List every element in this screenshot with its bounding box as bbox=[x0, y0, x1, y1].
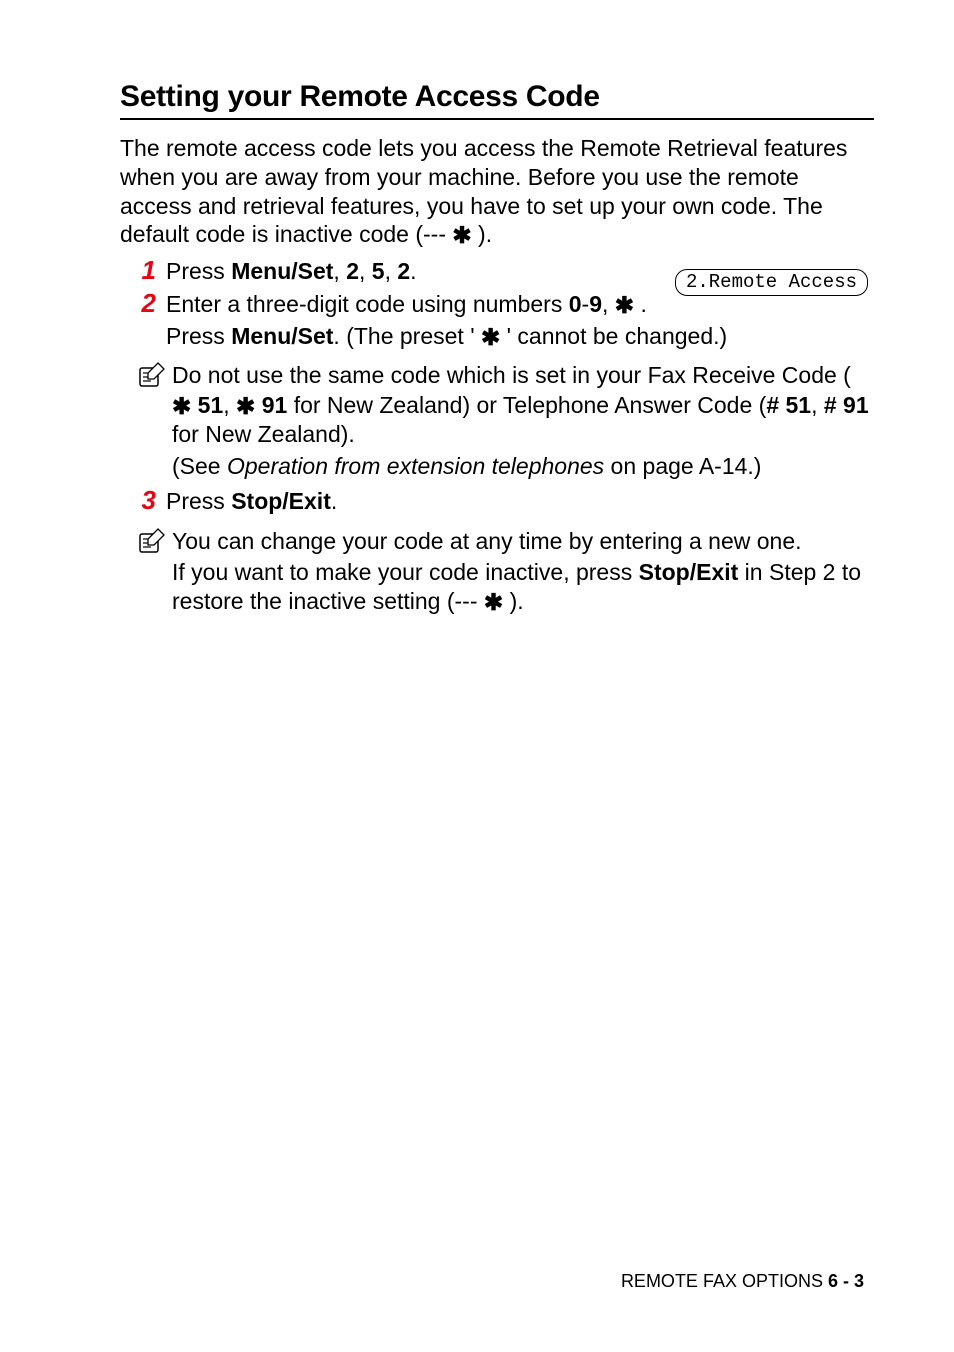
star-icon: ✱ bbox=[236, 392, 255, 421]
note-block-2: You can change your code at any time by … bbox=[120, 527, 874, 619]
note-body: You can change your code at any time by … bbox=[172, 527, 874, 619]
footer-section: REMOTE FAX OPTIONS bbox=[621, 1271, 828, 1291]
step2-line2b: . (The preset ' bbox=[333, 323, 481, 349]
code-51: 51 bbox=[198, 392, 224, 418]
step-number: 2 bbox=[120, 290, 166, 317]
step-number: 1 bbox=[120, 257, 166, 284]
intro-paragraph: The remote access code lets you access t… bbox=[120, 134, 874, 249]
note-pencil-icon bbox=[138, 361, 166, 389]
step-list-2: 3 Press Stop/Exit. bbox=[120, 487, 874, 518]
step2-comma: , bbox=[602, 291, 615, 317]
step2-line2c: ' cannot be changed.) bbox=[500, 323, 727, 349]
step-3: 3 Press Stop/Exit. bbox=[120, 487, 874, 518]
step1-seq1: , bbox=[333, 258, 346, 284]
step2-period: . bbox=[634, 291, 647, 317]
note1-line1c: for New Zealand). bbox=[172, 421, 355, 447]
step-number: 3 bbox=[120, 487, 166, 514]
code-hash91: # 91 bbox=[824, 392, 869, 418]
cross-ref: Operation from extension telephones bbox=[227, 453, 604, 479]
note1-sep2: , bbox=[811, 392, 824, 418]
stop-exit-key: Stop/Exit bbox=[639, 559, 739, 585]
key-5: 5 bbox=[372, 258, 385, 284]
step3-pre: Press bbox=[166, 488, 231, 514]
step-2: 2 Enter a three-digit code using numbers… bbox=[120, 290, 874, 353]
step1-seq2: , bbox=[359, 258, 372, 284]
star-icon: ✱ bbox=[452, 221, 471, 250]
digit-0: 0 bbox=[569, 291, 582, 317]
note-pencil-icon bbox=[138, 527, 166, 555]
menu-set-key: Menu/Set bbox=[231, 258, 333, 284]
note1-line1b: for New Zealand) or Telephone Answer Cod… bbox=[287, 392, 766, 418]
note1-sep1: , bbox=[223, 392, 236, 418]
star-icon: ✱ bbox=[172, 392, 191, 421]
star-icon: ✱ bbox=[615, 291, 634, 320]
note2-line1: You can change your code at any time by … bbox=[172, 527, 874, 556]
note2-line2c: ). bbox=[503, 588, 523, 614]
star-icon: ✱ bbox=[481, 323, 500, 352]
note-block-1: Do not use the same code which is set in… bbox=[120, 361, 874, 483]
digit-9: 9 bbox=[589, 291, 602, 317]
key-2: 2 bbox=[346, 258, 359, 284]
code-hash51: # 51 bbox=[766, 392, 811, 418]
step3-end: . bbox=[331, 488, 337, 514]
menu-set-key: Menu/Set bbox=[231, 323, 333, 349]
section-title: Setting your Remote Access Code bbox=[120, 80, 874, 120]
footer-page: 6 - 3 bbox=[828, 1271, 864, 1291]
stop-exit-key: Stop/Exit bbox=[231, 488, 331, 514]
note-body: Do not use the same code which is set in… bbox=[172, 361, 874, 483]
note1-line1a: Do not use the same code which is set in… bbox=[172, 362, 851, 388]
step2-line1a: Enter a three-digit code using numbers bbox=[166, 291, 569, 317]
step1-pre: Press bbox=[166, 258, 231, 284]
note1-line2a: (See bbox=[172, 453, 227, 479]
page: Setting your Remote Access Code The remo… bbox=[0, 0, 954, 1352]
page-footer: REMOTE FAX OPTIONS 6 - 3 bbox=[621, 1271, 864, 1292]
key-2b: 2 bbox=[397, 258, 410, 284]
code-91: 91 bbox=[262, 392, 288, 418]
lcd-display: 2.Remote Access bbox=[675, 269, 868, 296]
intro-end: ). bbox=[472, 221, 492, 247]
note-icon bbox=[120, 527, 172, 560]
note-icon bbox=[120, 361, 172, 394]
step-body: Press Stop/Exit. bbox=[166, 487, 874, 518]
note1-line2b: on page A-14.) bbox=[604, 453, 761, 479]
note2-line2a: If you want to make your code inactive, … bbox=[172, 559, 639, 585]
step1-seq3: , bbox=[385, 258, 398, 284]
step1-end: . bbox=[410, 258, 416, 284]
step2-line2a: Press bbox=[166, 323, 231, 349]
step-body: Enter a three-digit code using numbers 0… bbox=[166, 290, 874, 353]
star-icon: ✱ bbox=[484, 588, 503, 617]
